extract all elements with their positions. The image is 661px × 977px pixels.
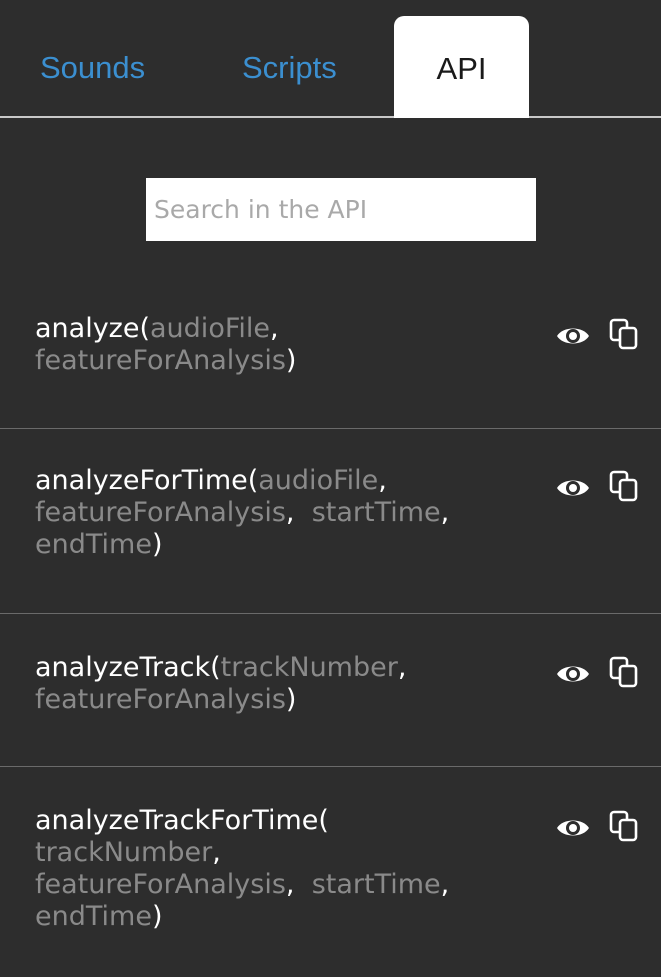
param: audioFile — [258, 465, 379, 496]
close-paren: ) — [285, 684, 297, 715]
entry-divider — [0, 766, 661, 767]
function-name: analyzeForTime( — [35, 465, 259, 496]
param: endTime — [35, 901, 152, 932]
copy-icon[interactable] — [604, 654, 644, 690]
close-paren: ) — [151, 901, 163, 932]
eye-icon[interactable] — [553, 656, 593, 692]
param: endTime — [35, 529, 152, 560]
function-name: analyzeTrackForTime( — [35, 805, 329, 836]
function-name: analyze( — [35, 313, 151, 344]
param: trackNumber — [35, 837, 213, 868]
copy-icon[interactable] — [604, 808, 644, 844]
param: audioFile — [150, 313, 271, 344]
param-separator: , — [378, 465, 387, 496]
entry-divider — [0, 613, 661, 614]
tab-api-label: API — [436, 51, 487, 86]
eye-icon[interactable] — [553, 470, 593, 506]
eye-icon[interactable] — [553, 810, 593, 846]
param: trackNumber — [220, 652, 398, 683]
api-entry-analyzeTrack: analyzeTrack(trackNumber, featureForAnal… — [35, 652, 545, 716]
api-search-input[interactable] — [146, 178, 536, 241]
param-separator: , — [440, 497, 450, 528]
api-entry-analyzeForTime: analyzeForTime(audioFile, featureForAnal… — [35, 465, 545, 561]
param: startTime — [311, 497, 441, 528]
entry-divider — [0, 428, 661, 429]
api-entry-analyze: analyze(audioFile, featureForAnalysis) — [35, 313, 545, 377]
copy-icon[interactable] — [604, 316, 644, 352]
param: featureForAnalysis — [35, 345, 286, 376]
param: featureForAnalysis — [35, 497, 286, 528]
function-name: analyzeTrack( — [35, 652, 221, 683]
param-separator: , — [212, 837, 221, 868]
close-paren: ) — [151, 529, 163, 560]
param: featureForAnalysis — [35, 869, 286, 900]
param: featureForAnalysis — [35, 684, 286, 715]
close-paren: ) — [285, 345, 297, 376]
tab-scripts[interactable]: Scripts — [242, 50, 337, 86]
copy-icon[interactable] — [604, 468, 644, 504]
param-separator: , — [285, 497, 295, 528]
param-separator: , — [440, 869, 450, 900]
tab-bar: Sounds Scripts API — [0, 0, 661, 118]
api-entry-analyzeTrackForTime: analyzeTrackForTime( trackNumber, featur… — [35, 805, 545, 933]
tab-api[interactable]: API — [394, 16, 529, 118]
param-separator: , — [270, 313, 279, 344]
tab-sounds[interactable]: Sounds — [40, 50, 145, 86]
param-separator: , — [285, 869, 295, 900]
eye-icon[interactable] — [553, 318, 593, 354]
param-separator: , — [397, 652, 407, 683]
param: startTime — [311, 869, 441, 900]
